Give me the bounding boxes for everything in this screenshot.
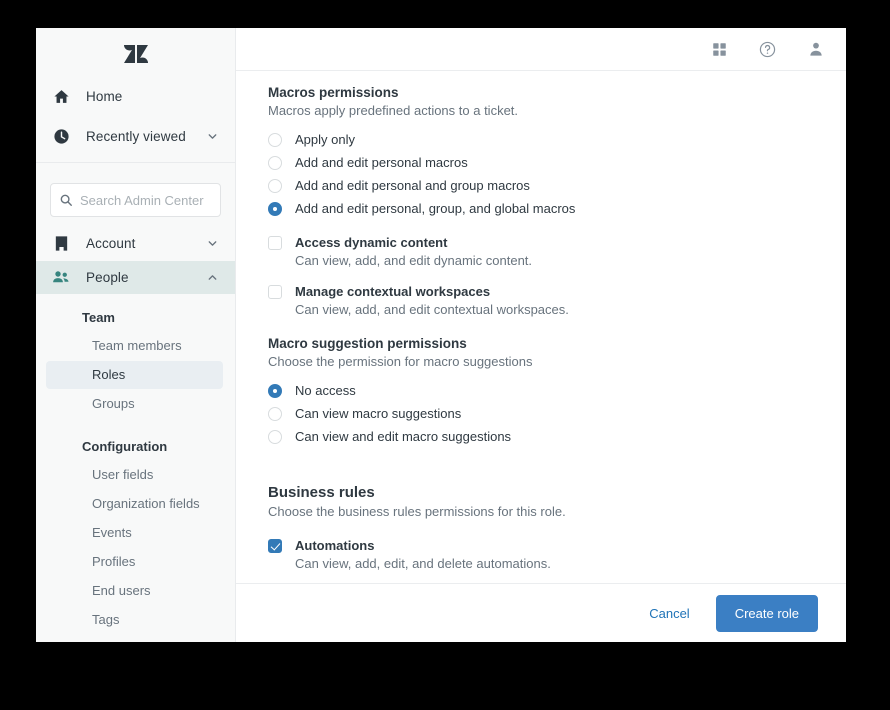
radio-personal-group-macros-label: Add and edit personal and group macros bbox=[295, 178, 530, 193]
cancel-button[interactable]: Cancel bbox=[639, 598, 699, 629]
sidebar-item-home-label: Home bbox=[86, 88, 123, 104]
sidebar-item-groups[interactable]: Groups bbox=[46, 390, 223, 418]
radio-view-edit-macro-suggestions-label: Can view and edit macro suggestions bbox=[295, 429, 512, 444]
sidebar-item-people[interactable]: People bbox=[36, 260, 235, 295]
chevron-up-icon[interactable] bbox=[206, 271, 219, 284]
sidebar-item-home[interactable]: Home bbox=[36, 76, 235, 116]
radio-icon[interactable] bbox=[268, 132, 282, 147]
sidebar-top-nav: Home Recently viewed bbox=[36, 76, 235, 169]
topbar bbox=[236, 28, 846, 71]
macros-permissions-section: Macros permissions Macros apply predefin… bbox=[268, 85, 814, 220]
radio-icon[interactable] bbox=[268, 406, 282, 421]
checkbox-icon[interactable] bbox=[268, 236, 282, 250]
sidebar-item-events[interactable]: Events bbox=[46, 519, 223, 547]
radio-no-access[interactable]: No access bbox=[268, 379, 814, 402]
sidebar: Home Recently viewed Search Admin Center… bbox=[36, 28, 236, 642]
manage-contextual-workspaces-row[interactable]: Manage contextual workspaces Can view, a… bbox=[268, 283, 814, 318]
create-role-button[interactable]: Create role bbox=[715, 594, 818, 632]
radio-view-macro-suggestions-label: Can view macro suggestions bbox=[295, 406, 462, 421]
radio-icon[interactable] bbox=[268, 178, 282, 193]
sidebar-item-profiles[interactable]: Profiles bbox=[46, 548, 223, 576]
apps-grid-icon[interactable] bbox=[712, 42, 727, 57]
search-icon bbox=[60, 194, 72, 206]
clock-icon bbox=[50, 128, 72, 145]
sidebar-group-title-team: Team bbox=[82, 310, 115, 326]
macros-permissions-title: Macros permissions bbox=[268, 85, 399, 100]
radio-apply-only[interactable]: Apply only bbox=[268, 128, 814, 151]
radio-view-edit-macro-suggestions[interactable]: Can view and edit macro suggestions bbox=[268, 425, 814, 448]
radio-icon-selected[interactable] bbox=[268, 201, 282, 216]
macro-suggestion-title: Macro suggestion permissions bbox=[268, 336, 467, 351]
content-scroll-area: Macros permissions Macros apply predefin… bbox=[236, 71, 846, 583]
automations-title: Automations bbox=[295, 538, 375, 553]
sidebar-item-account[interactable]: Account bbox=[36, 227, 235, 261]
sidebar-item-roles[interactable]: Roles bbox=[46, 361, 223, 390]
admin-center-window: Home Recently viewed Search Admin Center… bbox=[36, 28, 846, 642]
radio-icon[interactable] bbox=[268, 155, 282, 170]
access-dynamic-content-description: Can view, add, and edit dynamic content. bbox=[295, 253, 533, 268]
footer-actions: Cancel Create role bbox=[236, 583, 846, 642]
chevron-down-icon[interactable] bbox=[206, 237, 219, 250]
manage-contextual-workspaces-title: Manage contextual workspaces bbox=[295, 284, 491, 299]
user-avatar-icon[interactable] bbox=[808, 41, 824, 57]
sidebar-group-spacer bbox=[36, 419, 235, 431]
checkbox-icon[interactable] bbox=[268, 285, 282, 299]
access-dynamic-content-row[interactable]: Access dynamic content Can view, add, an… bbox=[268, 234, 814, 269]
macros-permissions-description: Macros apply predefined actions to a tic… bbox=[268, 103, 519, 118]
macro-suggestion-permissions-section: Macro suggestion permissions Choose the … bbox=[268, 336, 814, 448]
radio-personal-macros[interactable]: Add and edit personal macros bbox=[268, 151, 814, 174]
radio-no-access-label: No access bbox=[295, 383, 356, 398]
chevron-down-icon[interactable] bbox=[206, 130, 219, 143]
radio-personal-group-global-macros[interactable]: Add and edit personal, group, and global… bbox=[268, 197, 814, 220]
sidebar-item-end-users[interactable]: End users bbox=[46, 577, 223, 605]
sidebar-sub-nav: Team Team members Roles Groups Configura… bbox=[36, 294, 235, 642]
section-spacer-large bbox=[268, 448, 814, 484]
search-input[interactable] bbox=[80, 192, 235, 208]
sidebar-divider bbox=[36, 162, 235, 163]
help-circle-icon[interactable] bbox=[759, 41, 776, 58]
sidebar-item-tags[interactable]: Tags bbox=[46, 606, 223, 634]
radio-icon[interactable] bbox=[268, 429, 282, 444]
sidebar-item-people-label: People bbox=[86, 269, 129, 285]
radio-apply-only-label: Apply only bbox=[295, 132, 355, 147]
search-box[interactable] bbox=[50, 183, 235, 217]
sidebar-item-recently-viewed-label: Recently viewed bbox=[86, 128, 186, 144]
radio-view-macro-suggestions[interactable]: Can view macro suggestions bbox=[268, 402, 814, 425]
sidebar-item-account-label: Account bbox=[86, 236, 136, 252]
sidebar-item-user-fields[interactable]: User fields bbox=[46, 461, 223, 489]
automations-description: Can view, add, edit, and delete automati… bbox=[295, 556, 551, 571]
sidebar-search-wrap bbox=[36, 169, 235, 227]
sidebar-group-spacer bbox=[36, 635, 235, 642]
zendesk-logo bbox=[123, 45, 148, 63]
radio-personal-group-macros[interactable]: Add and edit personal and group macros bbox=[268, 174, 814, 197]
people-icon bbox=[50, 268, 72, 286]
radio-icon-selected[interactable] bbox=[268, 383, 282, 398]
building-icon bbox=[50, 235, 72, 252]
radio-personal-macros-label: Add and edit personal macros bbox=[295, 155, 468, 170]
automations-row[interactable]: Automations Can view, add, edit, and del… bbox=[268, 537, 814, 572]
macro-suggestion-description: Choose the permission for macro suggesti… bbox=[268, 354, 533, 369]
sidebar-group-title-configuration: Configuration bbox=[82, 439, 168, 455]
sidebar-item-recently-viewed[interactable]: Recently viewed bbox=[36, 116, 235, 156]
main-area: Macros permissions Macros apply predefin… bbox=[236, 28, 846, 642]
checkbox-icon-checked[interactable] bbox=[268, 539, 282, 553]
sidebar-item-organization-fields[interactable]: Organization fields bbox=[46, 490, 223, 518]
sidebar-item-team-members[interactable]: Team members bbox=[46, 332, 223, 360]
home-icon bbox=[50, 88, 72, 105]
business-rules-title: Business rules bbox=[268, 484, 375, 501]
access-dynamic-content-title: Access dynamic content bbox=[295, 235, 448, 250]
business-rules-section: Business rules Choose the business rules… bbox=[268, 484, 814, 572]
logo-area bbox=[36, 28, 235, 76]
manage-contextual-workspaces-description: Can view, add, and edit contextual works… bbox=[295, 302, 569, 317]
business-rules-description: Choose the business rules permissions fo… bbox=[268, 504, 566, 519]
radio-personal-group-global-macros-label: Add and edit personal, group, and global… bbox=[295, 201, 576, 216]
